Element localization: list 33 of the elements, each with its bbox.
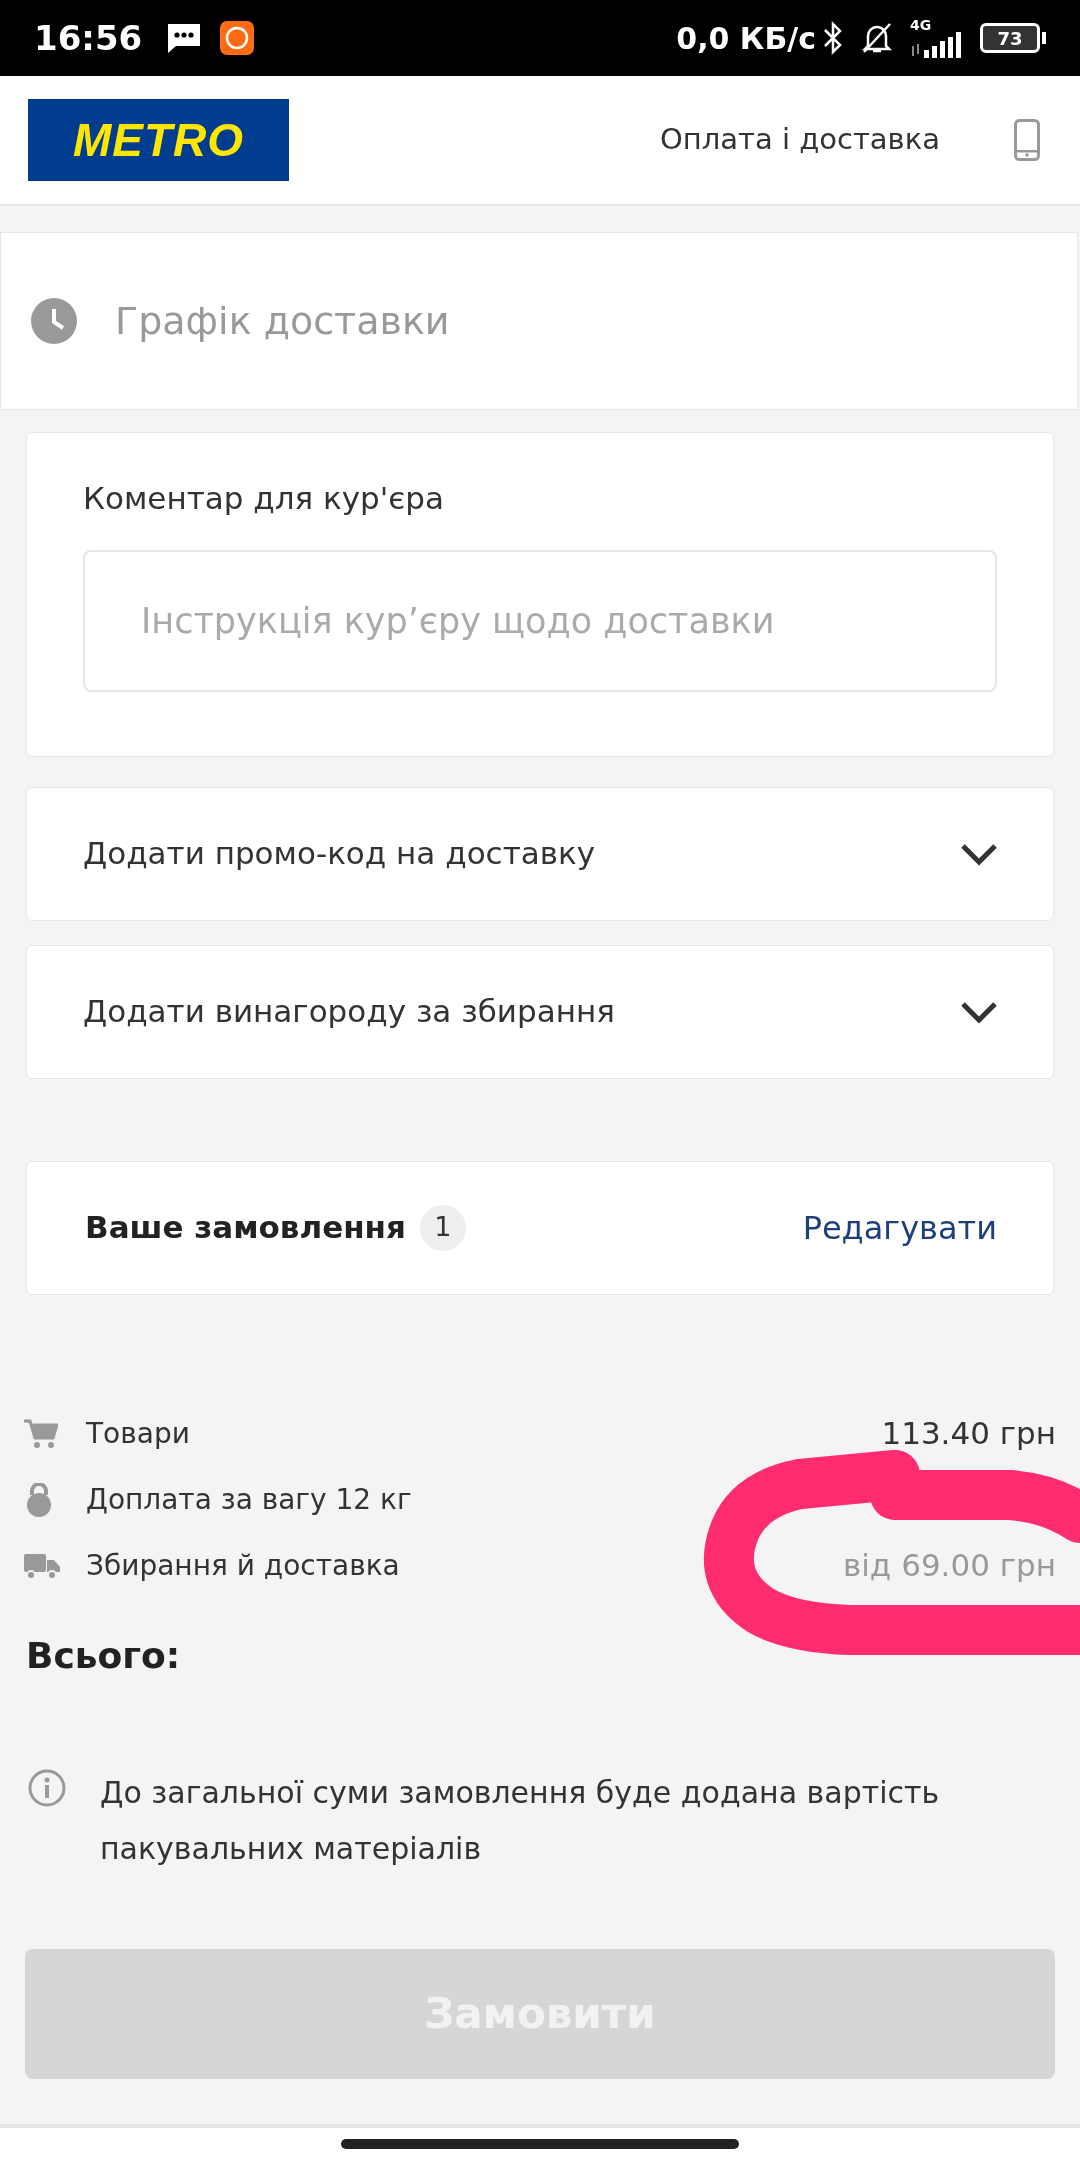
clock-icon	[31, 298, 77, 344]
summary-label: Товари	[86, 1415, 191, 1452]
app-icon	[220, 21, 255, 55]
edit-link[interactable]: Редагувати	[802, 1203, 997, 1252]
packaging-note: До загальної суми замовлення буде додана вартість пакувальних матеріалів	[100, 1773, 941, 1868]
summary-label: Збирання й доставка	[86, 1547, 401, 1584]
network-speed: 0,0 КБ/с	[676, 19, 816, 58]
logo[interactable]: METRO	[28, 99, 289, 181]
battery-indicator: 73	[980, 23, 1040, 53]
bluetooth-icon	[822, 21, 844, 55]
cart-icon	[24, 1417, 58, 1450]
comment-label: Коментар для кур'єра	[83, 479, 445, 518]
info-icon	[28, 1768, 66, 1807]
order-title: Ваше замовлення	[85, 1208, 406, 1248]
accordion-label: Додати промо-код на доставку	[83, 834, 597, 874]
clock: 16:56	[34, 16, 143, 60]
comment-input-field[interactable]: Інструкція кур’єру щодо доставки	[83, 549, 997, 692]
summary-value: від 69.00 грн	[843, 1546, 1056, 1586]
phone-icon[interactable]	[1014, 119, 1040, 161]
accordion-label: Додати винагороду за збирання	[83, 992, 616, 1032]
muted-bell-icon	[860, 21, 894, 55]
total-label: Всього:	[26, 1633, 181, 1678]
summary-value: 113.40 грн	[881, 1414, 1056, 1454]
kettlebell-icon	[24, 1482, 54, 1517]
item-count-badge: 1	[419, 1204, 466, 1251]
accordion-row[interactable]: Додати промо-код на доставку	[26, 786, 1054, 921]
network-type: 4G	[910, 18, 932, 32]
accordion-row[interactable]: Додати винагороду за збирання	[26, 944, 1054, 1079]
summary-label: Доплата за вагу 12 кг	[86, 1481, 413, 1518]
payment-delivery-link[interactable]: Оплата і доставка	[659, 118, 940, 162]
schedule-title: Графік доставки	[115, 297, 450, 345]
truck-icon	[24, 1551, 60, 1580]
message-icon	[166, 22, 203, 54]
